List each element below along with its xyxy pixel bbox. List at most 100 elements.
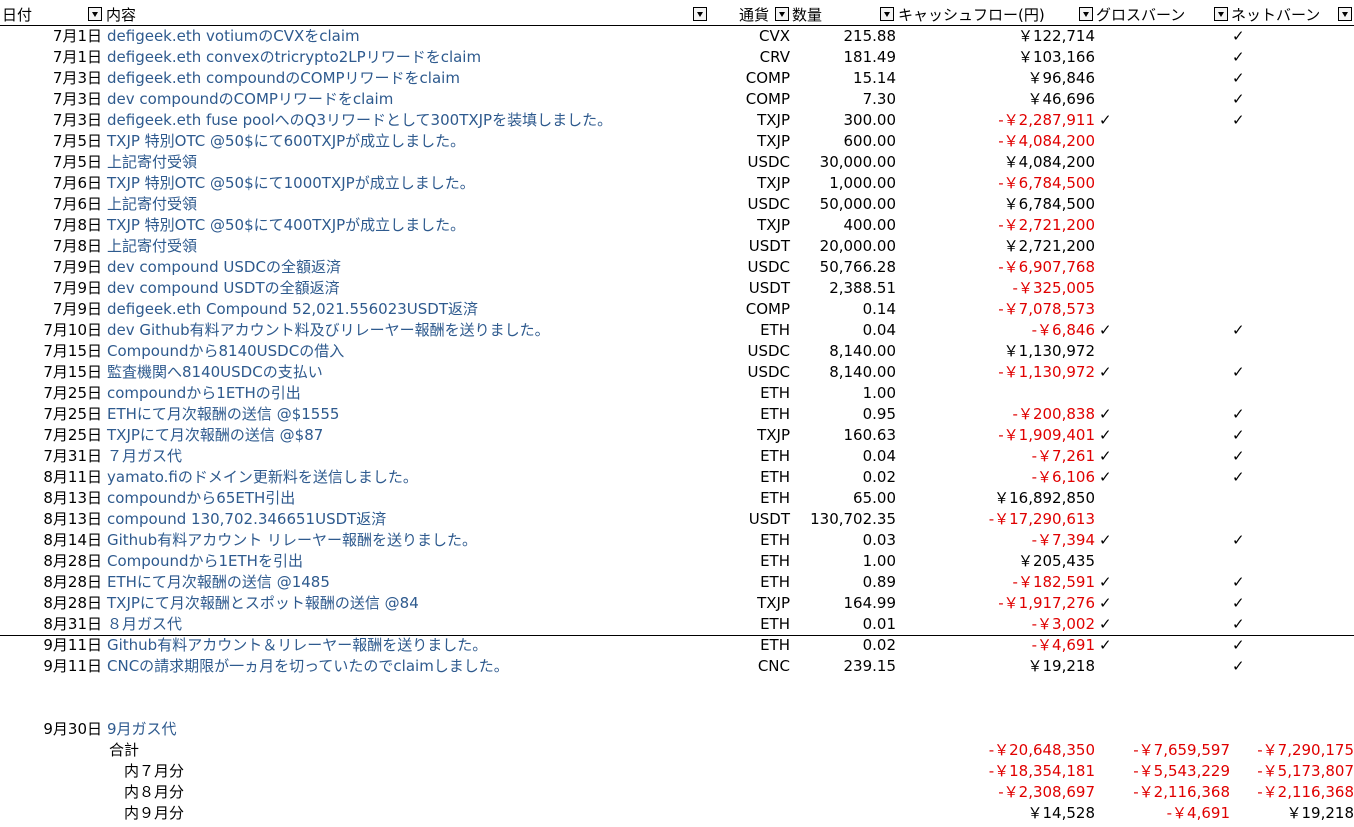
table-row[interactable]: 8月31日 ８月ガス代 ETH 0.01 -￥3,002 ✓ ✓ — [0, 614, 1354, 635]
filter-dropdown-content-icon[interactable] — [693, 7, 707, 21]
table-row[interactable]: 7月3日 defigeek.eth compoundのCOMPリワードをclaim… — [0, 68, 1354, 89]
cell-date[interactable]: 8月13日 — [0, 488, 102, 509]
table-row[interactable]: 7月15日 監査機関へ8140USDCの支払い USDC 8,140.00 -￥1,13… — [0, 362, 1354, 383]
cell-currency[interactable]: TXJP — [722, 131, 790, 152]
cell-content[interactable]: dev compound USDCの全額返済 — [107, 257, 737, 278]
cell-date[interactable]: 8月28日 — [0, 572, 102, 593]
gross-burn-check-icon[interactable]: ✓ — [1099, 425, 1113, 446]
cell-content[interactable]: 上記寄付受領 — [107, 194, 737, 215]
cell-content[interactable]: 監査機関へ8140USDCの支払い — [107, 362, 737, 383]
cell-content[interactable]: CNCの請求期限が一ヵ月を切っていたのでclaimしました。 — [107, 656, 737, 677]
cell-cashflow[interactable]: -￥6,907,768 — [900, 257, 1095, 278]
cell-quantity[interactable]: 2,388.51 — [790, 278, 896, 299]
cell-quantity[interactable]: 1.00 — [790, 551, 896, 572]
cell-currency[interactable]: ETH — [722, 551, 790, 572]
summary-label[interactable]: 内８月分 — [124, 782, 184, 803]
cell-currency[interactable]: USDT — [722, 236, 790, 257]
cell-cashflow[interactable]: -￥1,909,401 — [900, 425, 1095, 446]
cell-currency[interactable]: ETH — [722, 404, 790, 425]
cell-date[interactable]: 7月9日 — [0, 257, 102, 278]
cell-currency[interactable]: COMP — [722, 89, 790, 110]
summary-label[interactable]: 内７月分 — [124, 761, 184, 782]
table-row[interactable]: 7月25日 TXJPにて月次報酬の送信 @$87 TXJP 160.63 -￥1,909… — [0, 425, 1354, 446]
cell-cashflow[interactable]: ￥4,084,200 — [900, 152, 1095, 173]
cell-cashflow[interactable]: ￥96,846 — [900, 68, 1096, 89]
net-burn-check-icon[interactable]: ✓ — [1232, 68, 1246, 89]
cell-cashflow[interactable]: ￥103,166 — [900, 47, 1095, 68]
cell-currency[interactable]: ETH — [722, 530, 790, 551]
table-row[interactable]: 8月28日 Compoundから1ETHを引出 ETH 1.00 ￥205,435 — [0, 551, 1354, 572]
cell-content[interactable]: ８月ガス代 — [107, 614, 737, 635]
cell-content[interactable]: 上記寄付受領 — [107, 152, 737, 173]
cell-content[interactable]: TXJP 特別OTC @50$にて1000TXJPが成立しました。 — [107, 173, 737, 194]
cell-cashflow[interactable]: -￥7,261 — [900, 446, 1095, 467]
cell-date[interactable]: 7月1日 — [0, 47, 102, 68]
cell-date[interactable]: 9月11日 — [0, 656, 102, 677]
cell-currency[interactable]: ETH — [722, 488, 790, 509]
cell-currency[interactable]: ETH — [722, 572, 790, 593]
cell-currency[interactable]: ETH — [722, 320, 790, 341]
cell-cashflow[interactable]: ￥46,696 — [900, 89, 1096, 110]
cell-date[interactable]: 8月13日 — [0, 509, 102, 530]
table-row[interactable]: 7月8日 上記寄付受領 USDT 20,000.00 ￥2,721,200 — [0, 236, 1354, 257]
cell-content[interactable]: defigeek.eth fuse poolへのQ3リワードとして300TXJP… — [107, 110, 737, 131]
cell-cashflow[interactable]: ￥122,714 — [900, 26, 1095, 47]
cell-currency[interactable]: USDC — [722, 362, 790, 383]
table-row[interactable]: 7月8日 TXJP 特別OTC @50$にて400TXJPが成立しました。 TXJP… — [0, 215, 1354, 236]
cell-quantity[interactable]: 0.01 — [790, 614, 896, 635]
net-burn-check-icon[interactable]: ✓ — [1232, 530, 1246, 551]
filter-dropdown-gross-burn-icon[interactable] — [1214, 7, 1228, 21]
cell-currency[interactable]: USDT — [722, 278, 790, 299]
cell-quantity[interactable]: 0.04 — [790, 446, 896, 467]
table-row[interactable]: 8月13日 compoundから65ETH引出 ETH 65.00 ￥16,892,85… — [0, 488, 1354, 509]
cell-date[interactable]: 7月31日 — [0, 446, 102, 467]
cell-currency[interactable]: CNC — [722, 656, 790, 677]
cell-quantity[interactable]: 400.00 — [790, 215, 897, 236]
cell-date[interactable]: 8月28日 — [0, 551, 102, 572]
cell-quantity[interactable]: 300.00 — [790, 110, 897, 131]
gross-burn-check-icon[interactable]: ✓ — [1099, 320, 1113, 341]
cell-date[interactable]: 7月6日 — [0, 194, 102, 215]
cell-cashflow[interactable]: -￥7,078,573 — [900, 299, 1095, 320]
cell-content[interactable]: compoundから65ETH引出 — [107, 488, 737, 509]
cell-content[interactable]: defigeek.eth compoundのCOMPリワードをclaim — [107, 68, 737, 89]
table-row[interactable]: 8月28日 TXJPにて月次報酬とスポット報酬の送信 @84 TXJP 164.99-… — [0, 593, 1354, 614]
table-row[interactable]: 9月11日 CNCの請求期限が一ヵ月を切っていたのでclaimしました。 CNC 23… — [0, 656, 1354, 677]
cell-date[interactable]: 8月31日 — [0, 614, 102, 635]
cell-content[interactable]: defigeek.eth votiumのCVXをclaim — [107, 26, 737, 47]
cell-cashflow[interactable]: ￥16,892,850 — [900, 488, 1095, 509]
table-row[interactable]: 7月10日 dev Github有料アカウント料及びリレーヤー報酬を送りました。 E… — [0, 320, 1354, 341]
cell-content[interactable]: ETHにて月次報酬の送信 @1485 — [107, 572, 737, 593]
cell-content[interactable]: TXJPにて月次報酬とスポット報酬の送信 @84 — [107, 593, 737, 614]
cell-currency[interactable]: COMP — [722, 68, 790, 89]
cell-quantity[interactable]: 215.88 — [790, 26, 897, 47]
gross-burn-check-icon[interactable]: ✓ — [1099, 362, 1113, 383]
cell-date[interactable]: 7月9日 — [0, 299, 102, 320]
net-burn-check-icon[interactable]: ✓ — [1232, 404, 1246, 425]
cell-date[interactable]: 7月9日 — [0, 278, 102, 299]
cell-date[interactable]: 7月3日 — [0, 89, 102, 110]
cell-date[interactable]: 7月1日 — [0, 26, 102, 47]
cell-content[interactable]: TXJPにて月次報酬の送信 @$87 — [107, 425, 737, 446]
cell-date[interactable]: 8月14日 — [0, 530, 102, 551]
cell-quantity[interactable]: 0.04 — [790, 320, 896, 341]
cell-cashflow[interactable]: -￥3,002 — [900, 614, 1095, 635]
cell-content[interactable]: dev compoundのCOMPリワードをclaim — [107, 89, 737, 110]
cell-content[interactable]: ７月ガス代 — [107, 446, 737, 467]
cell-quantity[interactable]: 65.00 — [790, 488, 896, 509]
header-cashflow[interactable]: キャッシュフロー(円) — [898, 5, 1045, 25]
cell-currency[interactable]: TXJP — [722, 425, 790, 446]
cell-currency[interactable]: ETH — [722, 446, 790, 467]
cell-content[interactable]: defigeek.eth Compound 52,021.556023USDT返… — [107, 299, 737, 320]
net-burn-check-icon[interactable]: ✓ — [1232, 467, 1246, 488]
cell-content[interactable]: dev Github有料アカウント料及びリレーヤー報酬を送りました。 — [107, 320, 737, 341]
cell-currency[interactable]: CVX — [722, 26, 790, 47]
cell-quantity[interactable]: 0.03 — [790, 530, 896, 551]
cell-date[interactable]: 7月6日 — [0, 173, 102, 194]
cell-date[interactable]: 7月5日 — [0, 131, 102, 152]
cell-content[interactable]: Github有料アカウント＆リレーヤー報酬を送りました。 — [107, 635, 737, 656]
summary-row[interactable]: 合計 -￥20,648,350 -￥7,659,597 -￥7,290,175 — [0, 740, 1354, 761]
net-burn-check-icon[interactable]: ✓ — [1232, 425, 1246, 446]
table-row[interactable]: 7月9日 defigeek.eth Compound 52,021.556023U… — [0, 299, 1354, 320]
cell-quantity[interactable]: 1,000.00 — [790, 173, 896, 194]
